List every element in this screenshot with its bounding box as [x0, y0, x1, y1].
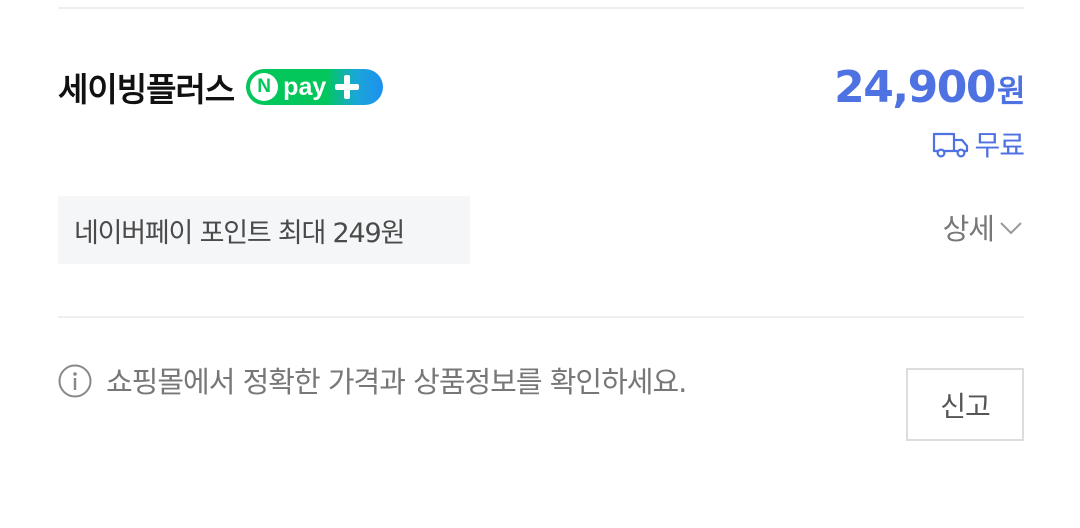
- npay-plus-badge: N pay: [246, 69, 384, 105]
- shipping-fee: 무료: [932, 124, 1025, 164]
- price-amount: 24,900: [834, 62, 996, 113]
- notice-message: 쇼핑몰에서 정확한 가격과 상품정보를 확인하세요.: [58, 356, 758, 408]
- info-icon: [58, 364, 92, 398]
- npay-n-icon: N: [250, 73, 279, 101]
- section-divider: [58, 316, 1024, 318]
- top-divider: [58, 7, 1024, 9]
- detail-toggle-button[interactable]: 상세: [943, 206, 1024, 248]
- plus-icon: [334, 74, 360, 100]
- notice-text: 쇼핑몰에서 정확한 가격과 상품정보를 확인하세요.: [106, 365, 687, 399]
- product-price: 24,900 원: [834, 62, 1026, 113]
- shipping-label: 무료: [974, 129, 1025, 162]
- price-unit: 원: [996, 74, 1026, 110]
- report-button[interactable]: 신고: [906, 368, 1024, 441]
- naverpay-point-box: 네이버페이 포인트 최대 249원: [58, 196, 470, 264]
- chevron-down-icon: [1000, 222, 1022, 235]
- naverpay-point-text: 네이버페이 포인트 최대 249원: [74, 217, 405, 249]
- truck-icon: [933, 132, 969, 158]
- seller-name[interactable]: 세이빙플러스: [58, 63, 235, 111]
- seller-row: 세이빙플러스 N pay: [58, 62, 384, 112]
- npay-badge-text: pay: [283, 72, 327, 101]
- detail-label: 상세: [942, 212, 995, 246]
